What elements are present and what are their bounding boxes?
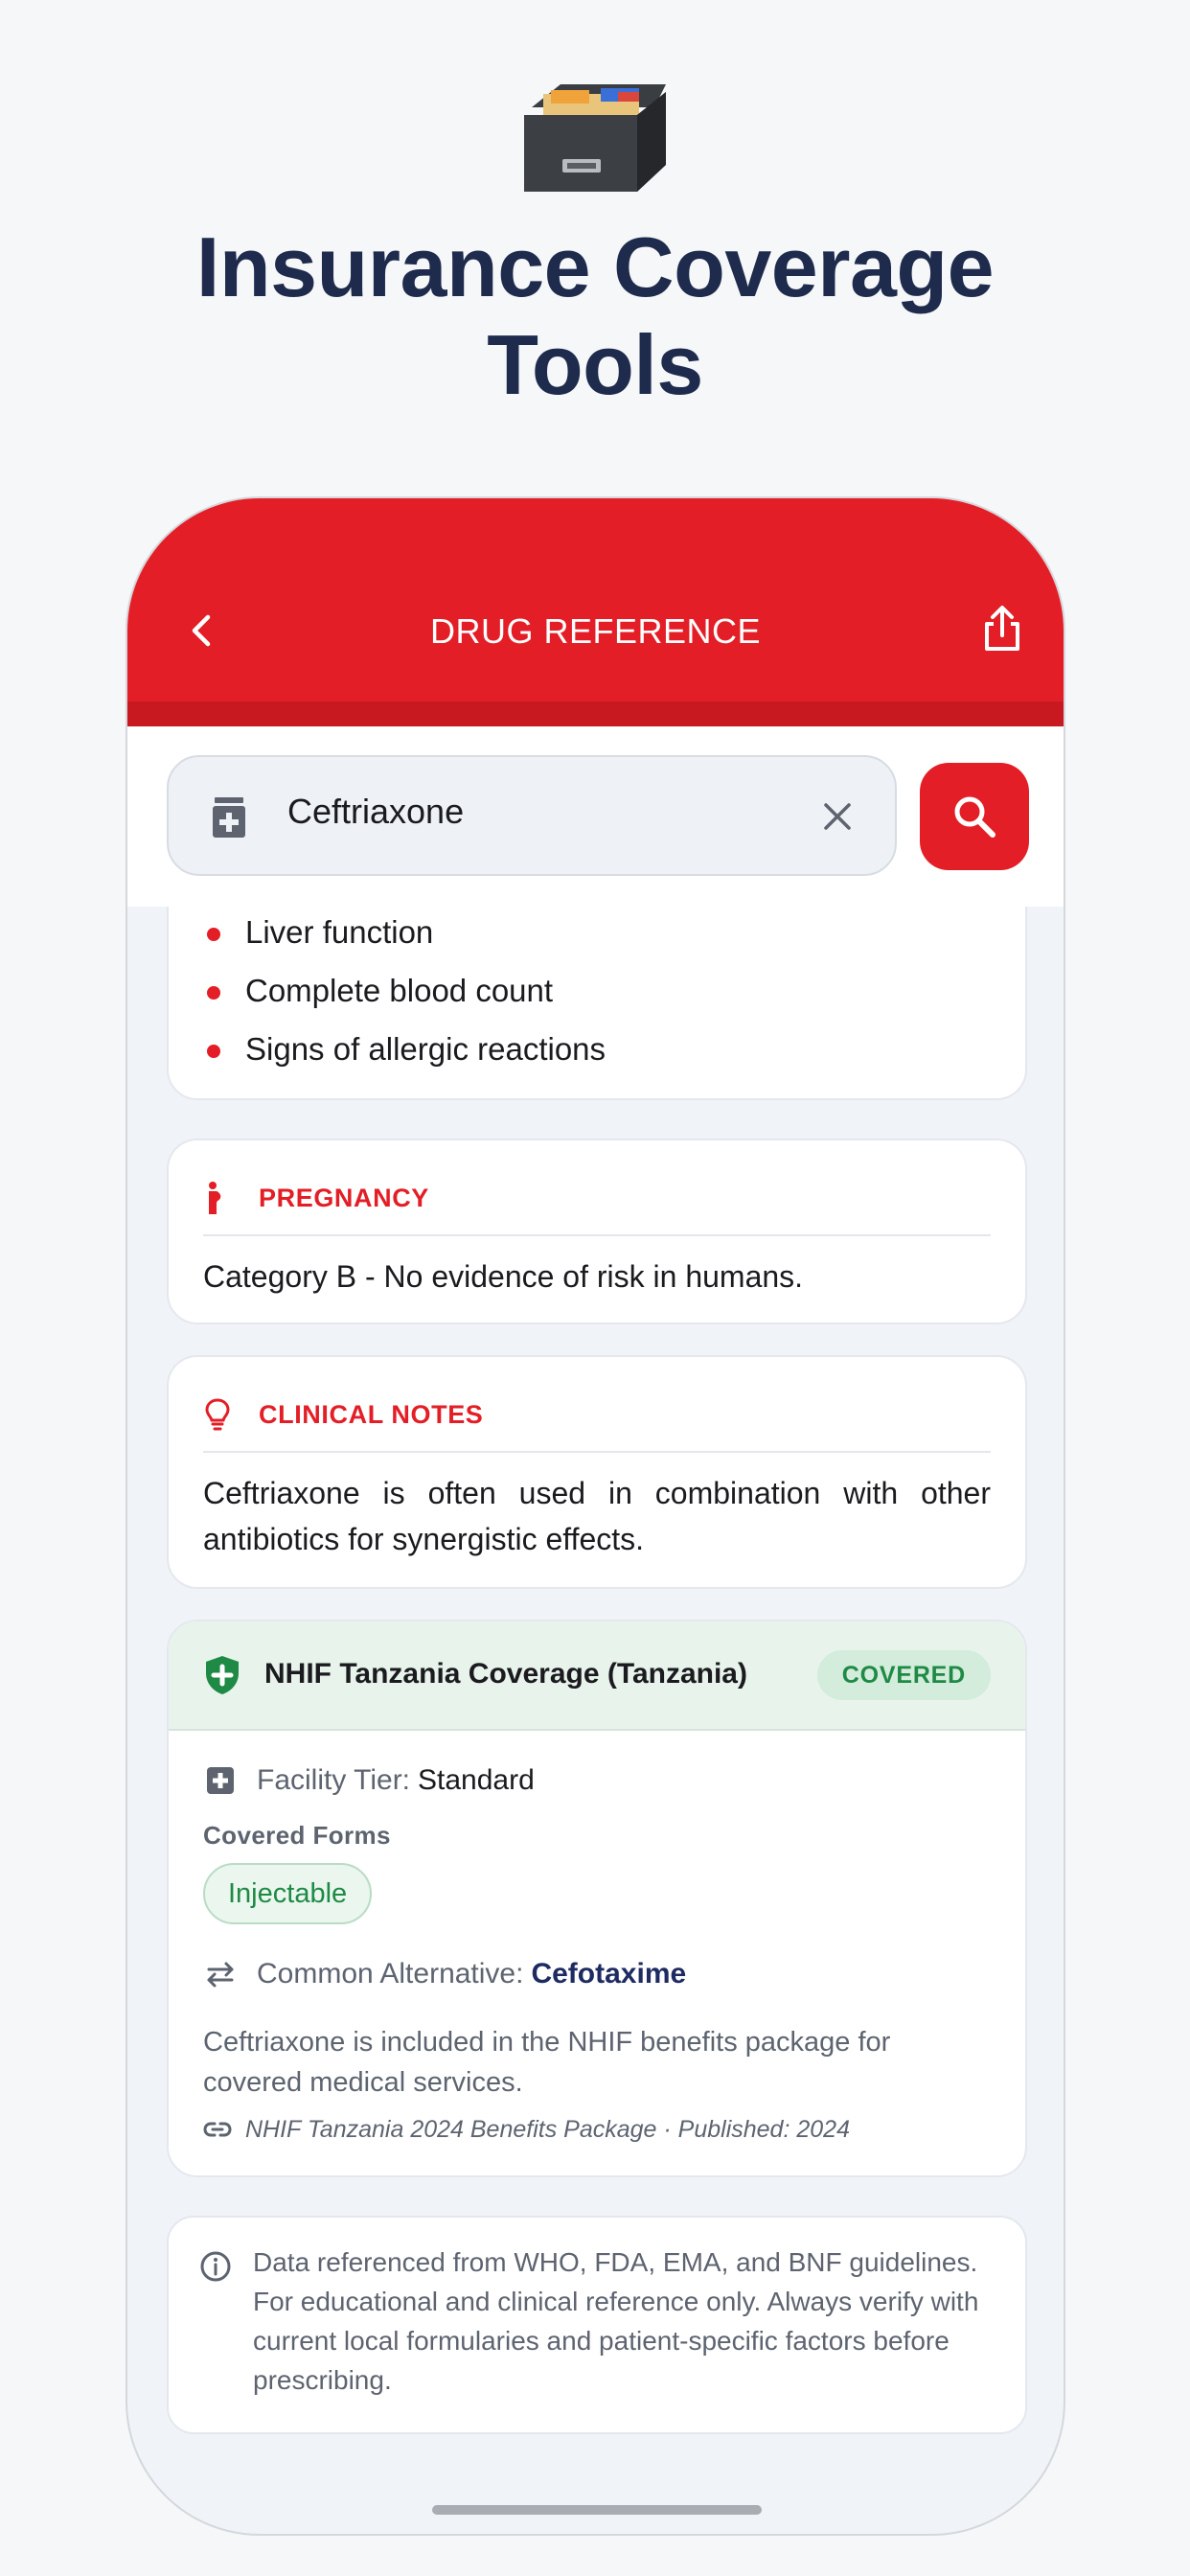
app-bar-bottom-edge	[127, 702, 1064, 726]
promo-title-line-2: Tools	[487, 317, 703, 412]
share-icon	[985, 606, 1019, 651]
home-indicator[interactable]	[432, 2505, 762, 2515]
promo-title-line-1: Insurance Coverage	[195, 219, 995, 314]
phone-screen: DRUG REFERENCE Ceftriaxone Liver functio…	[126, 496, 1065, 2536]
search-button[interactable]	[920, 763, 1029, 870]
shield-icon	[206, 1656, 239, 1694]
app-bar: DRUG REFERENCE	[127, 498, 1064, 726]
drug-detail-content: Liver function Complete blood count Sign…	[127, 907, 1064, 2534]
search-value: Ceftriaxone	[287, 792, 465, 831]
pregnancy-card: PREGNANCY Category B - No evidence of ri…	[167, 1138, 1027, 1324]
coverage-source[interactable]: NHIF Tanzania 2024 Benefits Package · Pu…	[203, 2114, 850, 2145]
coverage-description: Ceftriaxone is included in the NHIF bene…	[203, 2027, 891, 2098]
clear-search-button[interactable]	[814, 794, 860, 840]
status-badge: COVERED	[816, 1650, 991, 1700]
list-item: Liver function	[206, 914, 434, 950]
facility-tier-row: Facility Tier: Standard	[203, 1763, 535, 1798]
facility-tier-label: Facility Tier:	[257, 1764, 411, 1796]
covered-forms-label: Covered Forms	[203, 1821, 391, 1850]
search-input[interactable]: Ceftriaxone	[167, 755, 897, 876]
swap-arrows-icon	[207, 1962, 234, 1988]
clinical-notes-text: Ceftriaxone is often used in combination…	[203, 1476, 991, 1556]
info-icon	[200, 2251, 231, 2282]
lightbulb-icon	[205, 1398, 230, 1431]
alternative-row: Common Alternative: Cefotaxime	[203, 1957, 686, 1991]
form-chip: Injectable	[203, 1863, 373, 1924]
clinical-notes-label: CLINICAL NOTES	[259, 1399, 484, 1429]
pregnancy-text: Category B - No evidence of risk in huma…	[203, 1259, 804, 1294]
search-icon	[954, 796, 995, 838]
disclaimer-text: Data referenced from WHO, FDA, EMA, and …	[253, 2247, 979, 2395]
section-header: PREGNANCY	[203, 1179, 429, 1217]
app-bar-title: DRUG REFERENCE	[429, 611, 762, 651]
disclaimer-card: Data referenced from WHO, FDA, EMA, and …	[167, 2216, 1027, 2434]
clinical-notes-card: CLINICAL NOTES Ceftriaxone is often used…	[167, 1355, 1027, 1589]
section-header: CLINICAL NOTES	[203, 1395, 483, 1434]
search-bar: Ceftriaxone	[127, 726, 1064, 907]
coverage-card: NHIF Tanzania Coverage (Tanzania) COVERE…	[167, 1620, 1027, 2177]
monitoring-card: Liver function Complete blood count Sign…	[167, 907, 1027, 1100]
link-icon	[203, 2122, 232, 2137]
close-icon	[824, 803, 851, 830]
divider	[203, 1451, 991, 1453]
coverage-title: NHIF Tanzania Coverage (Tanzania)	[264, 1658, 747, 1690]
facility-tier-value: Standard	[418, 1764, 535, 1796]
pregnant-person-icon	[209, 1182, 221, 1214]
pregnancy-label: PREGNANCY	[259, 1183, 429, 1212]
promo-title: Insurance Coverage Tools	[0, 218, 1190, 414]
alternative-label: Common Alternative:	[257, 1958, 524, 1990]
medicine-bottle-icon	[213, 797, 245, 838]
hospital-icon	[207, 1767, 234, 1794]
share-button[interactable]	[973, 600, 1031, 657]
list-item: Complete blood count	[206, 973, 554, 1008]
coverage-source-text: NHIF Tanzania 2024 Benefits Package · Pu…	[245, 2115, 850, 2143]
divider	[203, 1234, 991, 1236]
coverage-header: NHIF Tanzania Coverage (Tanzania) COVERE…	[169, 1622, 1025, 1731]
alternative-link[interactable]: Cefotaxime	[531, 1958, 686, 1990]
list-item: Signs of allergic reactions	[206, 1031, 606, 1067]
card-file-box-icon	[524, 84, 666, 192]
